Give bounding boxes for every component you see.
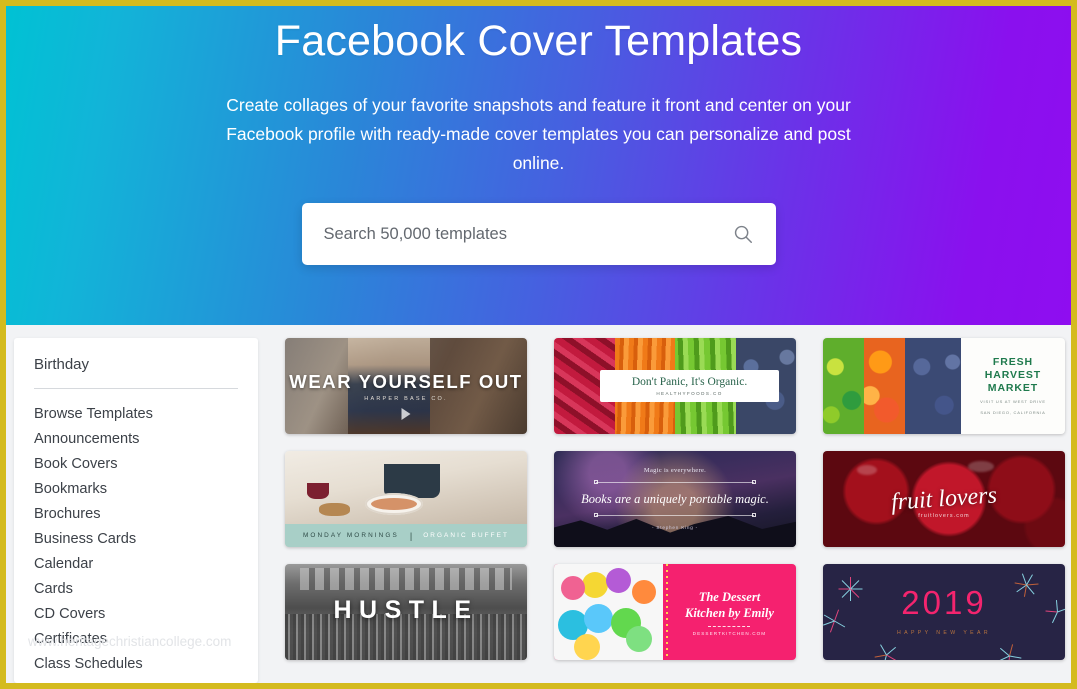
sidebar-item-announcements[interactable]: Announcements: [34, 427, 238, 452]
card-subtext: DESSERTKITCHEN.COM: [692, 630, 767, 636]
cake-pop: [606, 568, 632, 593]
card-photo-limes: [823, 338, 865, 434]
card-text-panel: The Dessert Kitchen by Emily DESSERTKITC…: [663, 564, 796, 660]
sidebar-item-browse-templates[interactable]: Browse Templates: [34, 402, 238, 427]
card-headline-line1: FRESH: [992, 356, 1033, 368]
handle-icon: [594, 480, 598, 484]
card-subtext: fruitlovers.com: [918, 513, 970, 519]
sidebar-item-class-schedules[interactable]: Class Schedules: [34, 652, 238, 677]
sidebar-item-cd-covers[interactable]: CD Covers: [34, 602, 238, 627]
card-caption-bar: MONDAY MORNINGS | ORGANIC BUFFET: [285, 524, 527, 547]
template-card-monday-mornings[interactable]: MONDAY MORNINGS | ORGANIC BUFFET: [285, 451, 527, 547]
card-subtext-line2: SAN DIEGO, CALIFORNIA: [980, 409, 1046, 415]
page-title: Facebook Cover Templates: [274, 17, 803, 65]
card-divider: [708, 625, 751, 627]
template-card-happy-new-year-2019[interactable]: 2019 HAPPY NEW YEAR: [823, 564, 1065, 660]
play-triangle-icon: [401, 408, 411, 420]
handle-icon: [752, 513, 756, 517]
card-subtext: HAPPY NEW YEAR: [896, 630, 992, 636]
card-rule-bottom: [596, 515, 754, 516]
card-headline: MONDAY MORNINGS: [302, 532, 399, 539]
sidebar-item-calendar[interactable]: Calendar: [34, 552, 238, 577]
search-icon[interactable]: [732, 223, 754, 245]
sidebar-item-cards[interactable]: Cards: [34, 577, 238, 602]
card-subtext: ORGANIC BUFFET: [423, 532, 510, 539]
card-attribution: - Stephen King -: [652, 525, 698, 530]
card-headline-line2: Kitchen by Emily: [685, 605, 774, 620]
cake-pop: [632, 580, 657, 604]
search-input[interactable]: [323, 224, 732, 244]
template-card-books-portable-magic[interactable]: Magic is everywhere. Books are a uniquel…: [554, 451, 796, 547]
card-headline: HUSTLE: [333, 596, 479, 624]
template-card-wear-yourself-out[interactable]: WEAR YOURSELF OUT HARPER BASE CO.: [285, 338, 527, 434]
card-text-panel: Don't Panic, It's Organic. HEALTHYFOODS.…: [599, 370, 780, 402]
card-headline: Books are a uniquely portable magic.: [581, 492, 769, 506]
card-photo-bowl: [364, 493, 423, 515]
dotted-divider: [665, 564, 668, 660]
handle-icon: [594, 513, 598, 517]
card-rule-top: [596, 482, 754, 483]
card-subtext: HEALTHYFOODS.CO: [656, 391, 723, 396]
sidebar-title: Birthday: [34, 356, 90, 373]
sidebar-item-brochures[interactable]: Brochures: [34, 502, 238, 527]
card-headline-line2: HARVEST: [984, 369, 1042, 381]
card-photo-windows: [299, 568, 513, 590]
hero-subtitle: Create collages of your favorite snapsho…: [226, 95, 851, 174]
cake-pop: [582, 572, 609, 598]
card-headline: WEAR YOURSELF OUT: [289, 371, 523, 392]
firework-icon: [871, 640, 901, 660]
card-photo-highlight: [856, 465, 877, 475]
cake-pop: [560, 576, 585, 600]
content-area: Birthday Browse Templates Announcements …: [6, 325, 1071, 683]
card-photo-citrus: [864, 338, 906, 434]
handle-icon: [752, 480, 756, 484]
template-card-hustle[interactable]: HUSTLE: [285, 564, 527, 660]
card-photo-cake-pops: [554, 564, 663, 660]
sidebar-item-certificates[interactable]: Certificates: [34, 627, 238, 652]
card-headline: 2019: [901, 584, 987, 621]
firework-icon: [993, 640, 1025, 660]
sidebar-item-bookmarks[interactable]: Bookmarks: [34, 477, 238, 502]
card-photo-wine-glass: [306, 483, 329, 499]
template-card-dont-panic-its-organic[interactable]: Don't Panic, It's Organic. HEALTHYFOODS.…: [554, 338, 796, 434]
card-subtext: HARPER BASE CO.: [364, 396, 448, 402]
template-card-dessert-kitchen-by-emily[interactable]: The Dessert Kitchen by Emily DESSERTKITC…: [554, 564, 796, 660]
sidebar-item-business-cards[interactable]: Business Cards: [34, 527, 238, 552]
sidebar-divider: [34, 388, 238, 389]
card-separator: |: [409, 530, 413, 541]
card-headline-line1: The Dessert: [698, 589, 761, 604]
template-card-fresh-harvest-market[interactable]: FRESH HARVEST MARKET VISIT US AT WEST DR…: [823, 338, 1065, 434]
template-grid: WEAR YOURSELF OUT HARPER BASE CO. Don't …: [258, 338, 1065, 660]
sidebar-item-book-covers[interactable]: Book Covers: [34, 452, 238, 477]
card-headline-line3: MARKET: [987, 382, 1039, 394]
cake-pop: [573, 634, 600, 660]
card-text-panel: FRESH HARVEST MARKET VISIT US AT WEST DR…: [960, 338, 1065, 434]
hero-section: Facebook Cover Templates Create collages…: [6, 6, 1071, 325]
cake-pop: [584, 604, 614, 633]
cake-pop: [625, 626, 652, 652]
card-photo-blueberries: [905, 338, 961, 434]
template-card-fruit-lovers[interactable]: fruit lovers fruitlovers.com: [823, 451, 1065, 547]
search-bar[interactable]: [301, 203, 776, 265]
card-photo-highlight: [968, 461, 995, 472]
card-subtext-line1: VISIT US AT WEST DRIVE: [980, 399, 1046, 404]
card-headline: Don't Panic, It's Organic.: [631, 376, 748, 388]
card-photo-bread: [318, 503, 351, 516]
sidebar: Birthday Browse Templates Announcements …: [14, 338, 258, 683]
page-frame: Facebook Cover Templates Create collages…: [6, 6, 1071, 683]
card-eyebrow: Magic is everywhere.: [643, 467, 707, 474]
